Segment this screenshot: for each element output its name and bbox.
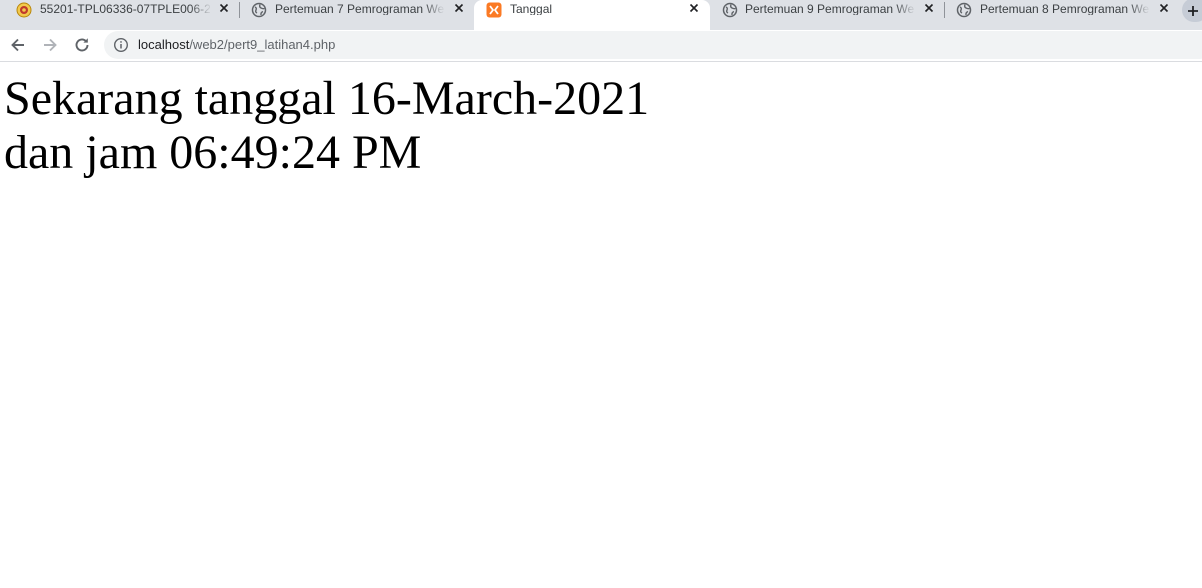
tab-1[interactable]: 55201-TPL06336-07TPLE006-20	[0, 0, 240, 30]
close-tab-icon[interactable]	[922, 1, 936, 15]
tab-5[interactable]: Pertemuan 8 Pemrograman Web	[945, 0, 1179, 30]
url-host: localhost	[138, 37, 190, 52]
tab-title: Pertemuan 7 Pemrograman Web	[275, 3, 445, 15]
close-tab-icon[interactable]	[217, 1, 231, 15]
tab-title: Pertemuan 8 Pemrograman Web	[980, 3, 1150, 15]
close-tab-icon[interactable]	[1157, 1, 1171, 15]
back-arrow-icon[interactable]	[8, 35, 28, 55]
time-line: dan jam 06:49:24 PM	[4, 126, 422, 179]
tab-title: Tanggal	[510, 3, 553, 15]
browser-toolbar: localhost/web2/pert9_latihan4.php	[0, 30, 1202, 60]
tab-title-fade	[190, 0, 212, 20]
close-tab-icon[interactable]	[687, 1, 701, 15]
reload-icon[interactable]	[72, 35, 92, 55]
xampp-icon	[486, 2, 502, 18]
globe-icon	[722, 2, 738, 18]
page-content: Sekarang tanggal 16-March-2021 dan jam 0…	[4, 72, 649, 180]
tab-title-fade	[894, 0, 916, 20]
tab-2[interactable]: Pertemuan 7 Pemrograman Web	[240, 0, 473, 30]
date-line: Sekarang tanggal 16-March-2021	[4, 72, 650, 125]
tab-title: Pertemuan 9 Pemrograman Web	[745, 3, 915, 15]
tab-4[interactable]: Pertemuan 9 Pemrograman Web	[710, 0, 945, 30]
plus-icon	[1188, 6, 1198, 16]
university-crest-icon	[16, 2, 32, 18]
tab-3-active[interactable]: Tanggal	[474, 0, 710, 30]
tab-title: 55201-TPL06336-07TPLE006-20	[40, 3, 210, 15]
forward-arrow-icon[interactable]	[40, 35, 60, 55]
url-text[interactable]: localhost/web2/pert9_latihan4.php	[138, 38, 335, 52]
address-bar[interactable]: localhost/web2/pert9_latihan4.php	[104, 31, 1202, 59]
url-path: /web2/pert9_latihan4.php	[189, 37, 336, 52]
globe-icon	[956, 2, 972, 18]
toolbar-divider	[0, 61, 1202, 62]
close-tab-icon[interactable]	[452, 1, 466, 15]
globe-icon	[251, 2, 267, 18]
new-tab-button[interactable]	[1182, 0, 1202, 22]
tab-title-fade	[423, 0, 445, 20]
info-circle-icon[interactable]	[113, 37, 129, 53]
tab-strip: 55201-TPL06336-07TPLE006-20 Pertemuan 7 …	[0, 0, 1202, 30]
tab-title-fade	[1128, 0, 1150, 20]
